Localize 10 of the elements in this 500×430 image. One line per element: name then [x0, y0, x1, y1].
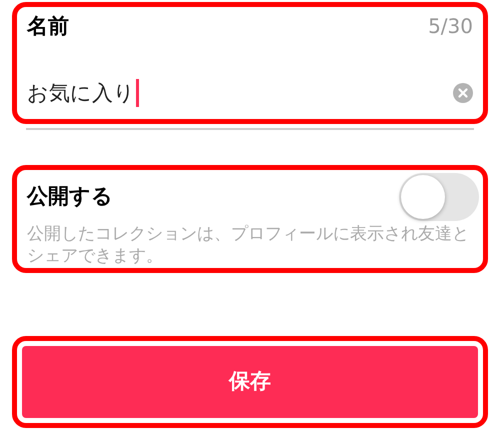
toggle-switch[interactable]: [399, 173, 479, 221]
input-value: お気に入り: [27, 80, 135, 106]
setting-description: 公開したコレクションは、プロフィールに表示され友達とシェアできます。: [27, 223, 470, 267]
clear-icon[interactable]: [453, 83, 473, 104]
save-button[interactable]: 保存: [22, 346, 478, 418]
character-counter: 5/30: [428, 13, 473, 40]
setting-label: 公開する: [27, 183, 113, 210]
field-label: 名前: [27, 13, 69, 40]
name-input-field[interactable]: お気に入り: [27, 78, 473, 109]
text-cursor: [136, 79, 139, 108]
